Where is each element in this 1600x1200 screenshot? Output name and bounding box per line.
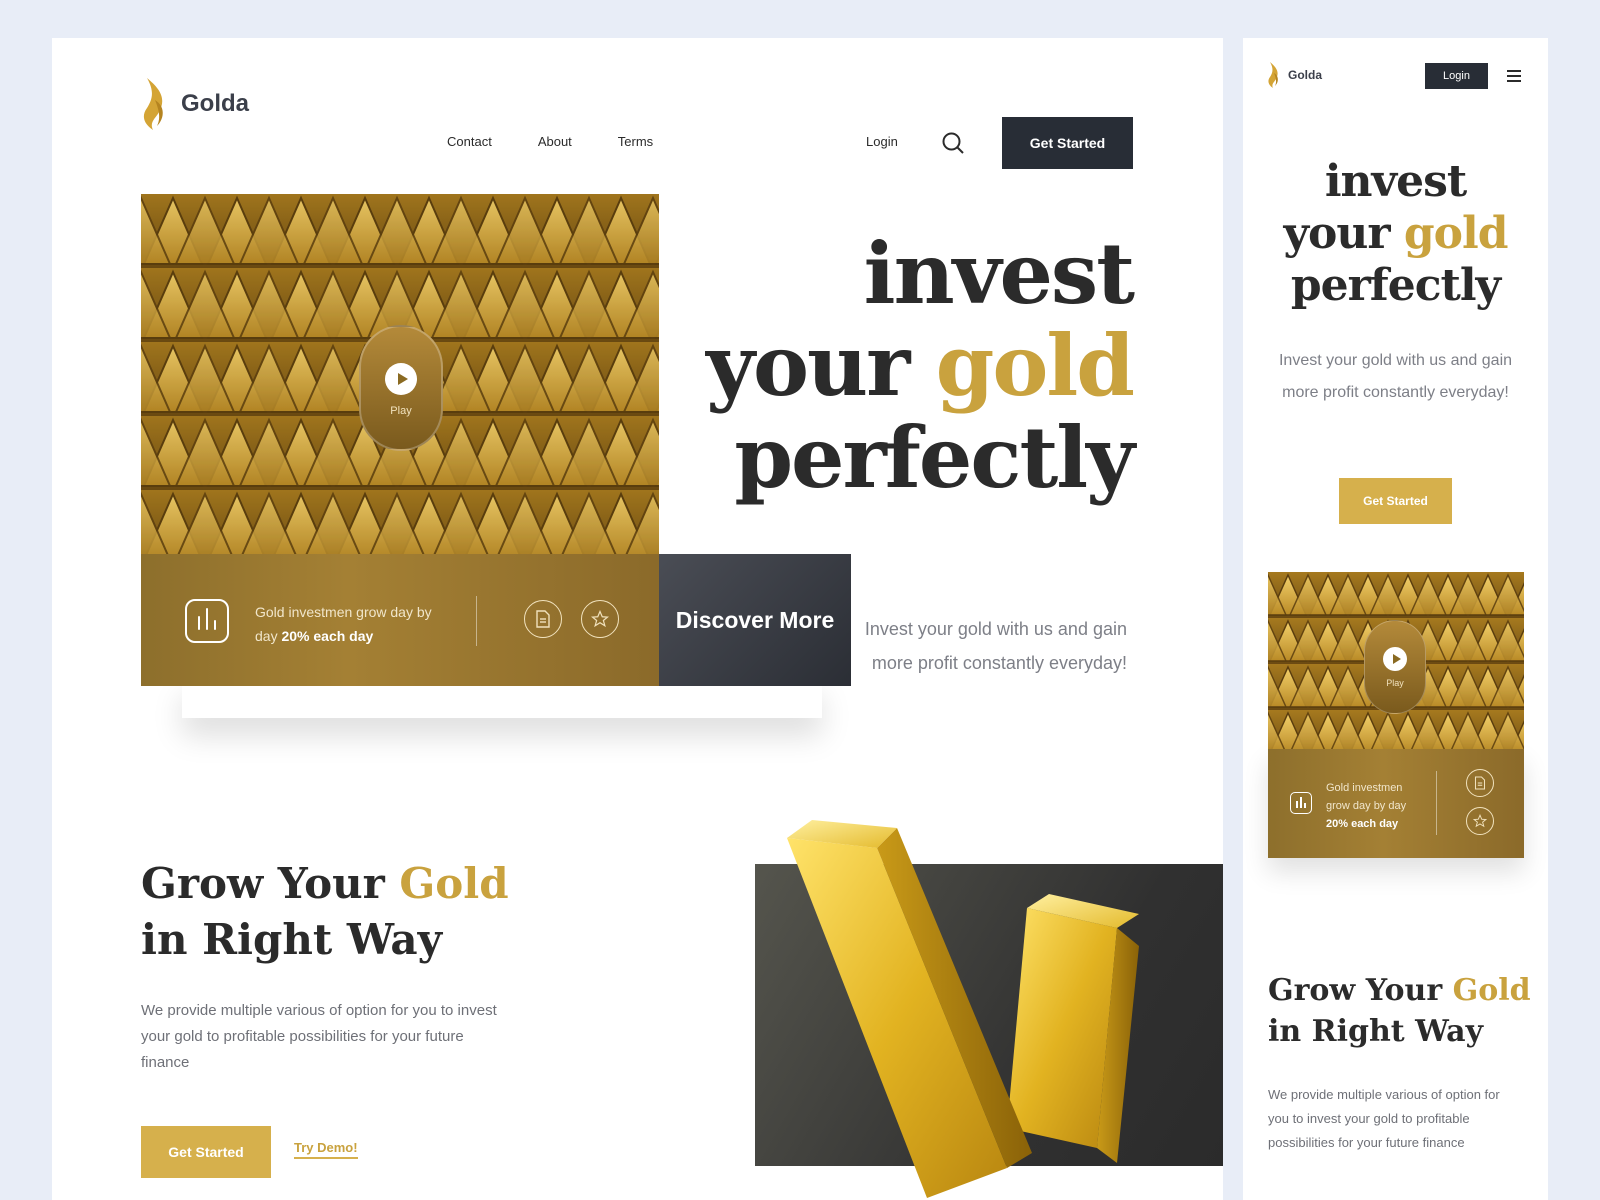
headline-word-your: your [706,316,910,415]
mobile-headline-word-your: your [1283,208,1390,259]
top-navigation: Golda Contact About Terms Login Get Star… [52,38,1223,188]
search-icon[interactable] [941,131,965,155]
grow-section-title: Grow Your Gold in Right Way [141,856,509,968]
document-icon[interactable] [524,600,562,638]
mobile-brand-name: Golda [1288,68,1323,82]
headline-line-1: invest [863,224,1135,323]
mobile-grow-title-gold: Gold [1452,973,1531,1008]
flame-logo-icon [1268,62,1278,88]
mobile-brand-logo[interactable]: Golda [1267,62,1322,88]
mobile-hero-gold-image: Play [1268,572,1524,749]
mobile-hero-headline: invest your gold perfectly [1243,156,1548,312]
mobile-headline-line-1: invest [1324,156,1467,207]
headline-word-gold: gold [935,316,1135,415]
mobile-get-started-button[interactable]: Get Started [1339,478,1452,524]
mobile-hero-subtitle: Invest your gold with us and gain more p… [1278,352,1513,401]
mobile-grow-title: Grow Your Gold in Right Way [1268,970,1531,1052]
mobile-page: Golda Login invest your gold perfectly I… [1243,38,1548,1200]
try-demo-link[interactable]: Try Demo! [294,1140,358,1159]
document-icon[interactable] [1466,769,1494,797]
nav-item-contact[interactable]: Contact [447,134,492,149]
mobile-grow-title-part1: Grow Your [1268,973,1443,1008]
grow-title-part2: in Right Way [141,915,443,964]
mobile-stat-text: Gold investmen grow day by day 20% each … [1326,779,1426,833]
star-icon[interactable] [1466,807,1494,835]
play-icon [1383,647,1407,671]
hero-subtitle: Invest your gold with us and gain more p… [864,619,1127,673]
gold-bars-image [787,820,1139,1198]
login-link[interactable]: Login [866,134,898,149]
stat-bar: Gold investmen grow day by day 20% each … [141,554,659,686]
headline-line-3: perfectly [734,408,1135,507]
mobile-grow-description: We provide multiple various of option fo… [1268,1087,1500,1150]
grow-title-gold: Gold [399,859,509,908]
flame-logo-icon [143,78,163,130]
mobile-stat-highlight: 20% each day [1326,818,1399,830]
nav-item-about[interactable]: About [538,134,572,149]
mobile-headline-line-3: perfectly [1290,260,1501,311]
mobile-play-label: Play [1386,678,1404,688]
stat-divider [476,596,477,646]
headline-line-2: your gold [706,320,1135,412]
star-icon[interactable] [581,600,619,638]
mobile-headline-word-gold: gold [1403,208,1509,259]
discover-more-button[interactable]: Discover More [659,554,851,686]
hero-headline: invest your gold perfectly [706,224,1135,507]
stat-text: Gold investmen grow day by day 20% each … [255,600,455,648]
play-video-button[interactable]: Play [359,325,443,451]
mobile-grow-title-part2: in Right Way [1268,1014,1484,1049]
hamburger-menu-icon[interactable] [1507,70,1521,85]
brand-name: Golda [181,90,250,117]
nav-item-terms[interactable]: Terms [618,134,653,149]
stat-highlight: 20% each day [281,628,374,644]
get-started-button[interactable]: Get Started [1002,117,1133,169]
grow-title-part1: Grow Your [141,859,385,908]
mobile-stat-bar: Gold investmen grow day by day 20% each … [1268,749,1524,858]
play-label: Play [390,405,412,417]
play-icon [385,363,417,395]
brand-logo[interactable]: Golda [141,78,249,130]
mobile-stat-divider [1436,771,1437,835]
grow-get-started-button[interactable]: Get Started [141,1126,271,1178]
bar-chart-icon [185,599,229,643]
hero-gold-image: Play [141,194,659,554]
mobile-play-video-button[interactable]: Play [1364,620,1426,714]
desktop-page: Golda Contact About Terms Login Get Star… [52,38,1223,1200]
mobile-login-button[interactable]: Login [1425,63,1488,89]
bar-chart-icon [1290,792,1312,814]
mobile-stat-description: Gold investmen grow day by day [1326,782,1407,812]
nav-menu: Contact About Terms [447,134,653,149]
grow-description: We provide multiple various of option fo… [141,1002,497,1071]
